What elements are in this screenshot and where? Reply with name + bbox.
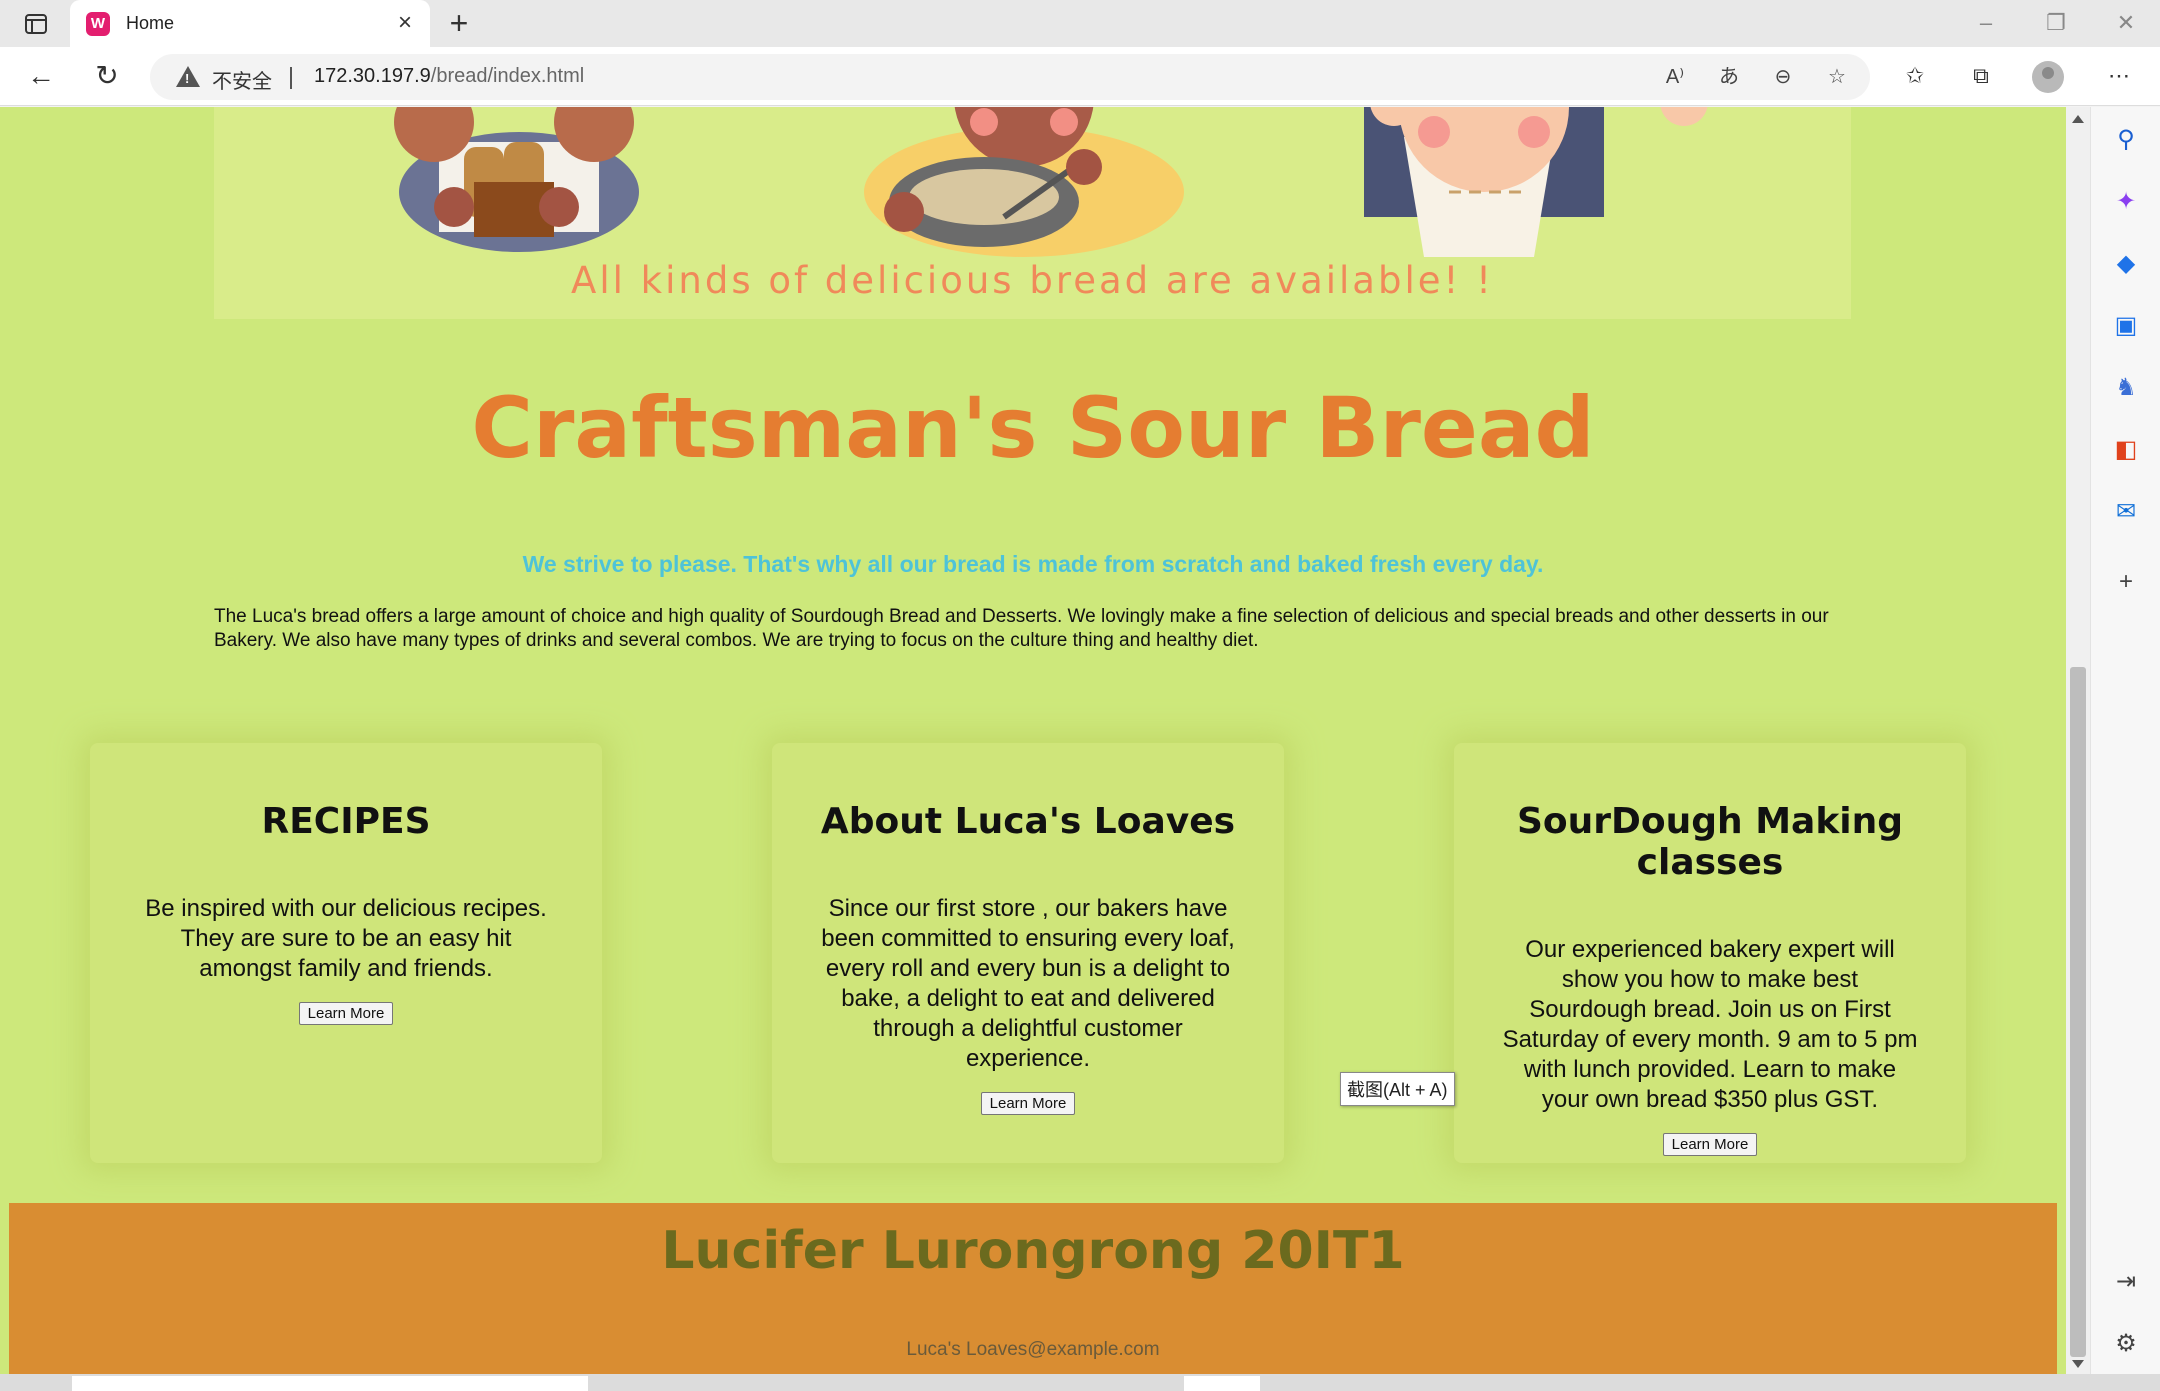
card-text: Since our first store , our bakers have … <box>821 895 1235 1072</box>
card-text: Be inspired with our delicious recipes. … <box>145 895 547 982</box>
tab-title: Home <box>126 13 175 33</box>
url-host: 172.30.197.9 <box>314 65 431 87</box>
restore-icon[interactable]: ❐ <box>2036 8 2076 38</box>
url-text[interactable]: 172.30.197.9/bread/index.html <box>314 65 584 88</box>
sidebar-settings-icon[interactable]: ⚙ <box>2111 1329 2141 1359</box>
warning-icon[interactable] <box>176 66 200 87</box>
navigation-bar: ← ↻ 不安全 172.30.197.9/bread/index.html A⁾… <box>0 47 2160 106</box>
translate-icon[interactable]: あ <box>1714 63 1744 91</box>
copilot-sparkle-icon[interactable]: ✦ <box>2111 187 2141 217</box>
learn-more-button[interactable]: Learn More <box>980 1092 1076 1115</box>
add-sidebar-app-icon[interactable]: + <box>2111 567 2141 597</box>
insecure-label[interactable]: 不安全 <box>212 65 272 94</box>
search-icon[interactable]: ⚲ <box>2111 125 2141 155</box>
tab-actions-icon[interactable] <box>22 10 50 38</box>
taskbar-item[interactable] <box>1184 1376 1260 1391</box>
footer-email[interactable]: Luca's Loaves@example.com <box>9 1339 2057 1361</box>
collections-icon[interactable]: ⧉ <box>1964 59 1998 93</box>
card-heading: SourDough Making classes <box>1516 801 1903 883</box>
read-aloud-icon[interactable]: A⁾ <box>1660 63 1690 91</box>
window-close-icon[interactable]: ✕ <box>2106 8 2146 38</box>
scroll-thumb[interactable] <box>2070 667 2086 1357</box>
intro-paragraph: The Luca's bread offers a large amount o… <box>214 606 1829 651</box>
outlook-icon[interactable]: ✉ <box>2111 497 2141 527</box>
taskbar <box>0 1374 2160 1391</box>
learn-more-button[interactable]: Learn More <box>298 1002 394 1025</box>
games-icon[interactable]: ♞ <box>2111 373 2141 403</box>
office-icon[interactable]: ◧ <box>2111 435 2141 465</box>
card-text: Our experienced bakery expert will show … <box>1502 936 1918 1113</box>
footer: Lucifer Lurongrong 20IT1 Luca's Loaves@e… <box>9 1203 2057 1374</box>
taskbar-item[interactable] <box>72 1376 588 1391</box>
back-arrow-icon[interactable]: ← <box>24 59 58 93</box>
zoom-out-icon[interactable]: ⊖ <box>1768 63 1798 91</box>
minimize-icon[interactable]: – <box>1966 8 2006 38</box>
card-heading: About Luca's Loaves <box>820 801 1236 842</box>
profile-avatar[interactable] <box>2032 61 2064 93</box>
tab-bar: W Home × + – ❐ ✕ <box>0 0 2160 47</box>
address-bar[interactable]: 不安全 172.30.197.9/bread/index.html A⁾ あ ⊖… <box>150 54 1870 100</box>
tagline: We strive to please. That's why all our … <box>522 551 1544 577</box>
card-about: About Luca's Loaves Since our first stor… <box>772 743 1284 1163</box>
learn-more-button[interactable]: Learn More <box>1662 1133 1758 1156</box>
scroll-up-arrow-icon[interactable] <box>2072 115 2084 123</box>
bakers-illustration <box>394 107 1708 257</box>
page-title: Craftsman's Sour Bread <box>471 379 1595 477</box>
url-path: /bread/index.html <box>430 65 585 87</box>
favorites-icon[interactable]: ✩ <box>1898 59 1932 93</box>
shopping-tag-icon[interactable]: ◆ <box>2111 249 2141 279</box>
banner-text: All kinds of delicious bread are availab… <box>571 259 1494 302</box>
address-separator <box>290 67 292 89</box>
tab-home[interactable]: W Home × <box>70 0 430 47</box>
new-tab-icon[interactable]: + <box>444 7 474 39</box>
screenshot-tooltip: 截图(Alt + A) <box>1340 1072 1455 1106</box>
tab-close-icon[interactable]: × <box>392 10 418 36</box>
more-menu-icon[interactable]: ⋯ <box>2102 59 2136 93</box>
add-favorite-icon[interactable]: ☆ <box>1822 63 1852 91</box>
card-heading: RECIPES <box>261 801 431 842</box>
page-viewport: All kinds of delicious bread are availab… <box>0 107 2066 1374</box>
hide-sidebar-icon[interactable]: ⇥ <box>2111 1267 2141 1297</box>
site-favicon-icon: W <box>86 12 110 36</box>
tools-briefcase-icon[interactable]: ▣ <box>2111 311 2141 341</box>
edge-sidebar: ⚲ ✦ ◆ ▣ ♞ ◧ ✉ + ⇥ ⚙ <box>2090 107 2160 1391</box>
page-scrollbar[interactable] <box>2066 107 2090 1374</box>
refresh-icon[interactable]: ↻ <box>90 59 124 93</box>
hero-banner: All kinds of delicious bread are availab… <box>214 107 1851 319</box>
scroll-down-arrow-icon[interactable] <box>2072 1360 2084 1368</box>
footer-title: Lucifer Lurongrong 20IT1 <box>661 1221 1405 1281</box>
card-classes: SourDough Making classes Our experienced… <box>1454 743 1966 1163</box>
card-recipes: RECIPES Be inspired with our delicious r… <box>90 743 602 1163</box>
